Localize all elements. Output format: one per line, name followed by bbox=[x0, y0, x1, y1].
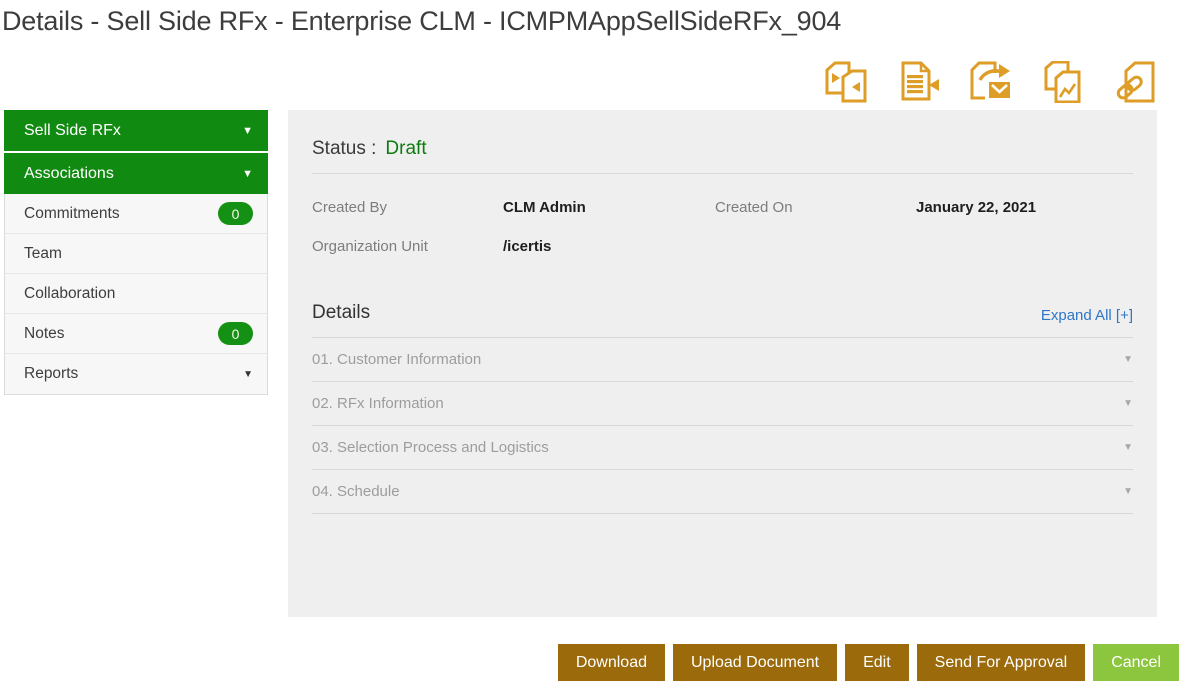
sidebar: Sell Side RFx ▼ Associations ▼ Commitmen… bbox=[4, 110, 268, 395]
download-button[interactable]: Download bbox=[558, 644, 665, 681]
linked-documents-button[interactable] bbox=[1111, 61, 1157, 103]
page-title: Details - Sell Side RFx - Enterprise CLM… bbox=[2, 6, 841, 37]
sidebar-item-label: Team bbox=[24, 245, 62, 263]
sidebar-header-sell-side-rfx[interactable]: Sell Side RFx ▼ bbox=[4, 110, 268, 151]
count-badge: 0 bbox=[218, 322, 253, 345]
action-icon-toolbar bbox=[823, 61, 1157, 103]
assemble-document-icon bbox=[895, 61, 941, 103]
chevron-down-icon: ▼ bbox=[1123, 354, 1133, 365]
sidebar-item-reports[interactable]: Reports ▼ bbox=[5, 354, 267, 394]
assemble-document-button[interactable] bbox=[895, 61, 941, 103]
compare-documents-button[interactable] bbox=[823, 61, 869, 103]
upload-document-button[interactable]: Upload Document bbox=[673, 644, 837, 681]
sidebar-header-label: Associations bbox=[24, 165, 114, 183]
linked-documents-icon bbox=[1111, 61, 1157, 103]
details-panel: Status : Draft Created By CLM Admin Crea… bbox=[288, 110, 1157, 617]
send-for-review-button[interactable] bbox=[967, 61, 1013, 103]
chevron-down-icon: ▼ bbox=[1123, 442, 1133, 453]
accordion-schedule[interactable]: 04. Schedule ▼ bbox=[312, 470, 1133, 514]
sidebar-item-label: Reports bbox=[24, 365, 78, 383]
status-label: Status : bbox=[312, 138, 376, 160]
chevron-down-icon: ▼ bbox=[1123, 398, 1133, 409]
footer-action-bar: Download Upload Document Edit Send For A… bbox=[558, 644, 1179, 681]
created-by-label: Created By bbox=[312, 199, 503, 216]
created-by-value: CLM Admin bbox=[503, 199, 715, 216]
document-report-icon bbox=[1039, 61, 1085, 103]
details-section-header: Details Expand All [+] bbox=[312, 302, 1133, 324]
edit-button[interactable]: Edit bbox=[845, 644, 909, 681]
send-for-review-icon bbox=[967, 61, 1013, 103]
chevron-down-icon: ▼ bbox=[242, 125, 253, 137]
cancel-button[interactable]: Cancel bbox=[1093, 644, 1179, 681]
accordion-label: 02. RFx Information bbox=[312, 395, 444, 412]
count-badge: 0 bbox=[218, 202, 253, 225]
sidebar-item-label: Commitments bbox=[24, 205, 120, 223]
sidebar-item-label: Collaboration bbox=[24, 285, 115, 303]
document-report-button[interactable] bbox=[1039, 61, 1085, 103]
sidebar-header-label: Sell Side RFx bbox=[24, 122, 121, 140]
sidebar-item-notes[interactable]: Notes 0 bbox=[5, 314, 267, 354]
sidebar-header-associations[interactable]: Associations ▼ bbox=[4, 153, 268, 194]
send-for-approval-button[interactable]: Send For Approval bbox=[917, 644, 1086, 681]
sidebar-item-commitments[interactable]: Commitments 0 bbox=[5, 194, 267, 234]
divider bbox=[312, 173, 1133, 174]
sidebar-item-label: Notes bbox=[24, 325, 65, 343]
accordion-label: 01. Customer Information bbox=[312, 351, 481, 368]
accordion-label: 03. Selection Process and Logistics bbox=[312, 439, 549, 456]
details-heading: Details bbox=[312, 302, 370, 324]
status-row: Status : Draft bbox=[312, 110, 1133, 160]
accordion-rfx-information[interactable]: 02. RFx Information ▼ bbox=[312, 382, 1133, 426]
chevron-down-icon: ▼ bbox=[243, 369, 253, 380]
record-info-grid: Created By CLM Admin Created On January … bbox=[312, 199, 1133, 255]
status-value: Draft bbox=[385, 138, 426, 160]
sidebar-item-team[interactable]: Team bbox=[5, 234, 267, 274]
page: Details - Sell Side RFx - Enterprise CLM… bbox=[0, 0, 1186, 693]
organization-unit-value: /icertis bbox=[503, 238, 715, 255]
created-on-value: January 22, 2021 bbox=[916, 199, 1133, 216]
sidebar-item-list: Commitments 0 Team Collaboration Notes 0… bbox=[4, 194, 268, 395]
sidebar-item-collaboration[interactable]: Collaboration bbox=[5, 274, 267, 314]
created-on-label: Created On bbox=[715, 199, 916, 216]
accordion-label: 04. Schedule bbox=[312, 483, 400, 500]
chevron-down-icon: ▼ bbox=[242, 168, 253, 180]
accordion-customer-information[interactable]: 01. Customer Information ▼ bbox=[312, 338, 1133, 382]
accordion-selection-process[interactable]: 03. Selection Process and Logistics ▼ bbox=[312, 426, 1133, 470]
compare-documents-icon bbox=[823, 61, 869, 103]
expand-all-link[interactable]: Expand All [+] bbox=[1041, 307, 1133, 324]
organization-unit-label: Organization Unit bbox=[312, 238, 503, 255]
chevron-down-icon: ▼ bbox=[1123, 486, 1133, 497]
